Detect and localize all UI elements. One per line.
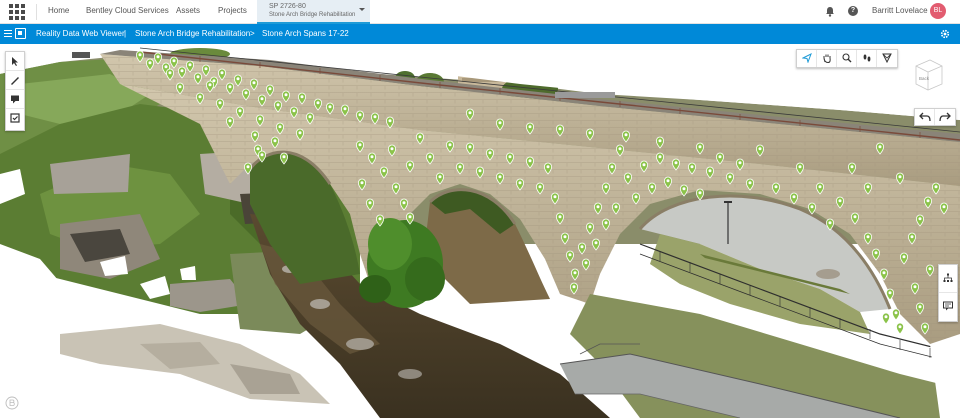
app-bar: Reality Data Web Viewer | Stone Arch Bri… — [0, 24, 960, 44]
view-tools-toolbar — [796, 49, 898, 68]
undo-redo-group — [914, 108, 956, 126]
left-tool-palette — [5, 51, 25, 131]
nav-home[interactable]: Home — [48, 0, 69, 24]
bell-icon[interactable] — [825, 6, 835, 17]
pan-icon — [823, 54, 831, 63]
project-selector[interactable]: SP 2726-80 Stone Arch Bridge Rehabilitat… — [257, 0, 370, 24]
inspection-icon — [10, 113, 20, 123]
nav-divider — [36, 4, 37, 20]
measure-icon — [11, 77, 19, 85]
user-name[interactable]: Barritt Lovelace — [872, 0, 928, 22]
select-icon — [802, 53, 812, 63]
nav-assets[interactable]: Assets — [176, 0, 200, 24]
breadcrumb-project[interactable]: Stone Arch Bridge Rehabilitation — [135, 24, 250, 44]
gear-icon[interactable] — [940, 29, 950, 39]
bentley-logo-icon — [5, 396, 19, 410]
undo-button[interactable] — [915, 109, 935, 125]
top-header: Home Bentley Cloud Services Assets Proje… — [0, 0, 960, 24]
select-view-button[interactable] — [797, 50, 817, 67]
annotation-tool-button[interactable] — [6, 90, 24, 109]
zoom-icon — [842, 53, 852, 63]
redo-icon — [939, 112, 951, 122]
reality-mesh-viewport[interactable]: Back — [0, 44, 960, 418]
right-tool-palette — [938, 264, 958, 322]
select-tool-button[interactable] — [6, 52, 24, 71]
pan-button[interactable] — [817, 50, 837, 67]
project-code: SP 2726-80 — [269, 3, 306, 10]
undo-icon — [919, 112, 931, 122]
measure-tool-button[interactable] — [6, 71, 24, 90]
breadcrumb-divider: | — [124, 29, 127, 38]
app-title[interactable]: Reality Data Web Viewer — [36, 24, 125, 44]
fit-view-icon — [882, 53, 892, 63]
comments-button[interactable] — [939, 293, 957, 321]
avatar[interactable]: BL — [930, 3, 946, 19]
comment-icon — [943, 301, 953, 311]
chevron-down-icon — [359, 8, 365, 11]
annotation-icon — [11, 95, 19, 104]
hamburger-menu-icon[interactable] — [4, 30, 12, 37]
select-icon — [12, 57, 18, 66]
apps-grid-icon[interactable] — [9, 4, 25, 20]
help-icon[interactable]: ? — [848, 6, 858, 16]
fit-view-button[interactable] — [877, 50, 897, 67]
nav-bentley-cloud-services[interactable]: Bentley Cloud Services — [86, 0, 169, 24]
zoom-button[interactable] — [837, 50, 857, 67]
bridge-mesh-scene[interactable] — [0, 44, 960, 418]
tree-icon — [943, 273, 953, 282]
nav-projects[interactable]: Projects — [218, 0, 247, 24]
inspection-tool-button[interactable] — [6, 109, 24, 128]
project-name: Stone Arch Bridge Rehabilitation — [269, 12, 356, 18]
redo-button[interactable] — [935, 109, 955, 125]
model-tree-button[interactable] — [939, 265, 957, 293]
navigation-cube[interactable]: Back — [908, 54, 948, 94]
walk-icon — [863, 54, 871, 62]
navcube-face-label[interactable]: Back — [919, 76, 930, 81]
walk-button[interactable] — [857, 50, 877, 67]
breadcrumb-separator: > — [250, 29, 255, 38]
breadcrumb-reality-data[interactable]: Stone Arch Spans 17-22 — [262, 24, 349, 44]
app-logo-icon — [15, 28, 26, 39]
